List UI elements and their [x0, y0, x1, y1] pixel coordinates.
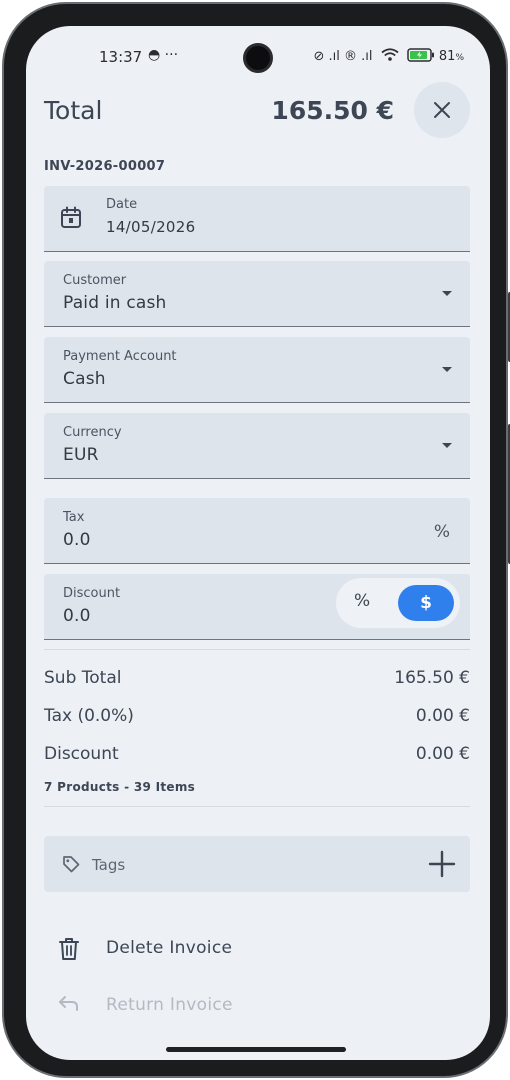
phone-frame: 13:37 ◓ ··· ⊘ .ıl ® .ıl 81% Total 165.50…: [2, 2, 510, 1078]
subtotal-label: Sub Total: [44, 668, 122, 688]
delete-invoice-label: Delete Invoice: [106, 938, 233, 958]
discount-label: Discount: [63, 586, 121, 601]
tax-summary-value: 0.00 €: [415, 706, 470, 726]
payment-account-label: Payment Account: [63, 349, 177, 364]
discount-value: 0.0: [63, 606, 91, 626]
customer-value: Paid in cash: [63, 293, 167, 313]
tags-label: Tags: [92, 856, 126, 874]
status-bar: 13:37 ◓ ··· ⊘ .ıl ® .ıl 81%: [26, 26, 490, 90]
tax-input[interactable]: Tax 0.0 %: [44, 498, 470, 564]
discount-percent-option[interactable]: %: [354, 591, 370, 611]
discount-input[interactable]: Discount 0.0 % $: [44, 574, 470, 640]
customer-label: Customer: [63, 273, 127, 288]
items-count: 7 Products - 39 Items: [44, 780, 196, 794]
discount-amount-option[interactable]: $: [398, 585, 454, 621]
payment-account-select[interactable]: Payment Account Cash: [44, 337, 470, 403]
subtotal-value: 165.50 €: [394, 668, 470, 688]
tax-value: 0.0: [63, 530, 91, 550]
tag-icon: [63, 856, 80, 873]
date-value: 14/05/2026: [106, 218, 196, 236]
currency-value: EUR: [63, 445, 99, 465]
status-time: 13:37: [99, 48, 143, 66]
screen: 13:37 ◓ ··· ⊘ .ıl ® .ıl 81% Total 165.50…: [26, 26, 490, 1060]
tags-field[interactable]: Tags: [44, 836, 470, 892]
battery-icon: [407, 48, 434, 62]
discount-summary-label: Discount: [44, 744, 119, 764]
page-title: Total: [44, 96, 103, 125]
battery-level: 81: [438, 49, 456, 64]
invoice-total: 165.50 €: [271, 96, 394, 125]
payment-account-value: Cash: [63, 369, 106, 389]
status-right-icons: ⊘ .ıl ® .ıl 81%: [313, 48, 464, 64]
divider: [44, 649, 470, 650]
dropdown-arrow-icon: [442, 443, 452, 448]
wifi-icon: [381, 48, 399, 61]
home-indicator[interactable]: [166, 1047, 346, 1052]
dropdown-arrow-icon: [442, 291, 452, 296]
tax-summary-label: Tax (0.0%): [44, 706, 134, 726]
currency-label: Currency: [63, 425, 122, 440]
tax-percent-suffix: %: [433, 522, 450, 542]
tax-label: Tax: [63, 510, 85, 525]
return-invoice-label: Return Invoice: [106, 995, 233, 1015]
date-field[interactable]: Date 14/05/2026: [44, 186, 470, 252]
invoice-number: INV-2026-00007: [44, 159, 166, 174]
calendar-icon: [61, 206, 81, 228]
dropdown-arrow-icon: [442, 367, 452, 372]
trash-icon: [59, 938, 79, 960]
close-icon: [434, 102, 450, 118]
customer-select[interactable]: Customer Paid in cash: [44, 261, 470, 327]
divider: [44, 806, 470, 807]
close-button[interactable]: [414, 82, 470, 138]
battery-percent-sign: %: [455, 53, 464, 63]
add-tag-icon[interactable]: [428, 850, 456, 878]
status-notification-icons: ◓ ···: [148, 47, 179, 63]
currency-select[interactable]: Currency EUR: [44, 413, 470, 479]
return-invoice-button[interactable]: Return Invoice: [58, 986, 438, 1026]
return-arrow-icon: [59, 996, 78, 1011]
front-camera: [243, 43, 273, 73]
discount-type-toggle: % $: [336, 578, 460, 628]
signal-icons: ⊘ .ıl ® .ıl: [313, 49, 373, 64]
discount-summary-value: 0.00 €: [415, 744, 470, 764]
date-label: Date: [106, 197, 138, 212]
delete-invoice-button[interactable]: Delete Invoice: [58, 929, 438, 969]
